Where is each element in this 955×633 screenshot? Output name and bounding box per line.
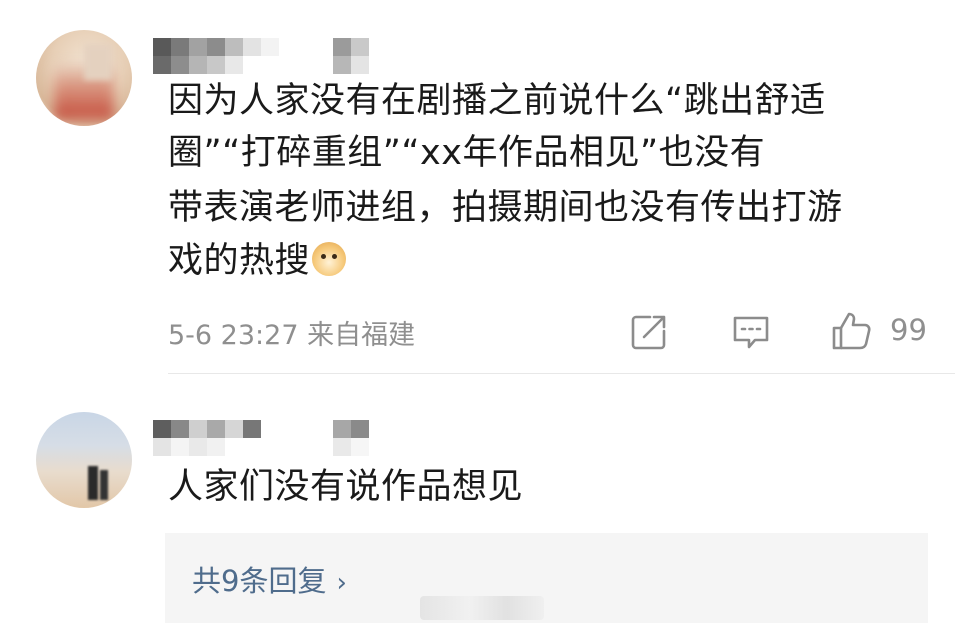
avatar[interactable] bbox=[36, 412, 132, 508]
comment-text-line: 带表演老师进组，拍摄期间也没有传出打游 bbox=[168, 188, 843, 228]
share-icon[interactable] bbox=[630, 313, 668, 351]
comment-text-fragment: 戏的热搜 bbox=[168, 241, 311, 281]
chevron-right-icon: › bbox=[336, 568, 347, 598]
avatar[interactable] bbox=[36, 30, 132, 126]
doge-emoji-icon bbox=[312, 242, 347, 276]
like-icon[interactable] bbox=[830, 310, 872, 352]
comment-meta: 5-6 23:27 来自福建 bbox=[168, 320, 416, 351]
replies-label: 共9条回复 bbox=[192, 564, 327, 598]
username-redacted[interactable] bbox=[153, 420, 369, 438]
view-replies-link[interactable]: 共9条回复 › bbox=[192, 558, 347, 600]
comment-text-line: 圈”“打碎重组”“xx年作品相见”也没有 bbox=[168, 133, 766, 173]
username-redacted-row2 bbox=[153, 438, 369, 456]
comment-text-line: 人家们没有说作品想见 bbox=[168, 467, 524, 507]
divider bbox=[168, 373, 955, 374]
comment-icon[interactable] bbox=[731, 313, 771, 351]
comment-text-line: 因为人家没有在剧播之前说什么“跳出舒适 bbox=[168, 81, 826, 121]
username-redacted[interactable] bbox=[153, 38, 369, 56]
username-redacted-row2 bbox=[153, 56, 369, 74]
watermark bbox=[420, 596, 544, 620]
like-count: 99 bbox=[890, 313, 927, 347]
comment-text-line: 戏的热搜 bbox=[168, 236, 347, 286]
